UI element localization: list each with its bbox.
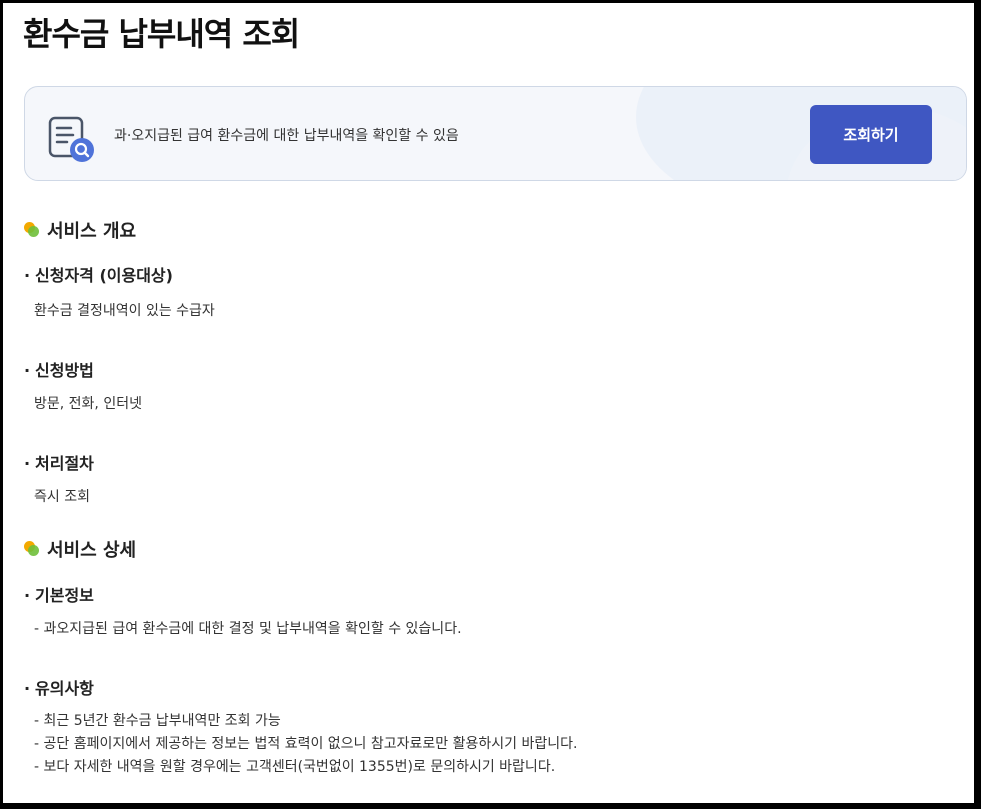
section-title-detail: 서비스 상세 bbox=[24, 536, 136, 562]
page-frame: 환수금 납부내역 조회 과·오지급된 급여 환수금에 대한 납부내역을 확인할 … bbox=[3, 3, 974, 803]
notes-line: - 보다 자세한 내역을 원할 경우에는 고객센터(국번없이 1355번)로 문… bbox=[34, 759, 556, 775]
method-body: 방문, 전화, 인터넷 bbox=[34, 396, 142, 412]
basic-info-heading: · 기본정보 bbox=[24, 586, 94, 605]
section-title-overview: 서비스 개요 bbox=[24, 217, 136, 243]
basic-info-body: - 과오지급된 급여 환수금에 대한 결정 및 납부내역을 확인할 수 있습니다… bbox=[34, 621, 462, 637]
method-heading-label: 신청방법 bbox=[35, 361, 94, 380]
procedure-heading-label: 처리절차 bbox=[35, 454, 94, 473]
notes-line: - 최근 5년간 환수금 납부내역만 조회 가능 bbox=[34, 713, 281, 729]
section-dot-icon bbox=[24, 222, 40, 238]
document-search-icon bbox=[48, 116, 94, 162]
page-title: 환수금 납부내역 조회 bbox=[23, 15, 300, 53]
eligibility-heading-label: 신청자격 (이용대상) bbox=[35, 266, 173, 285]
section-title-label: 서비스 상세 bbox=[47, 540, 137, 561]
procedure-heading: · 처리절차 bbox=[24, 454, 94, 473]
lookup-banner: 과·오지급된 급여 환수금에 대한 납부내역을 확인할 수 있음 조회하기 bbox=[24, 86, 967, 181]
notes-heading: · 유의사항 bbox=[24, 679, 94, 698]
method-heading: · 신청방법 bbox=[24, 361, 94, 380]
section-title-label: 서비스 개요 bbox=[47, 221, 137, 242]
lookup-button[interactable]: 조회하기 bbox=[810, 105, 932, 164]
eligibility-body: 환수금 결정내역이 있는 수급자 bbox=[34, 303, 215, 319]
procedure-body: 즉시 조회 bbox=[34, 489, 90, 505]
basic-info-heading-label: 기본정보 bbox=[35, 586, 94, 605]
notes-line: - 공단 홈페이지에서 제공하는 정보는 법적 효력이 없으니 참고자료로만 활… bbox=[34, 736, 578, 752]
notes-heading-label: 유의사항 bbox=[35, 679, 94, 698]
section-dot-icon bbox=[24, 541, 40, 557]
banner-description: 과·오지급된 급여 환수금에 대한 납부내역을 확인할 수 있음 bbox=[114, 128, 459, 144]
eligibility-heading: · 신청자격 (이용대상) bbox=[24, 266, 173, 285]
